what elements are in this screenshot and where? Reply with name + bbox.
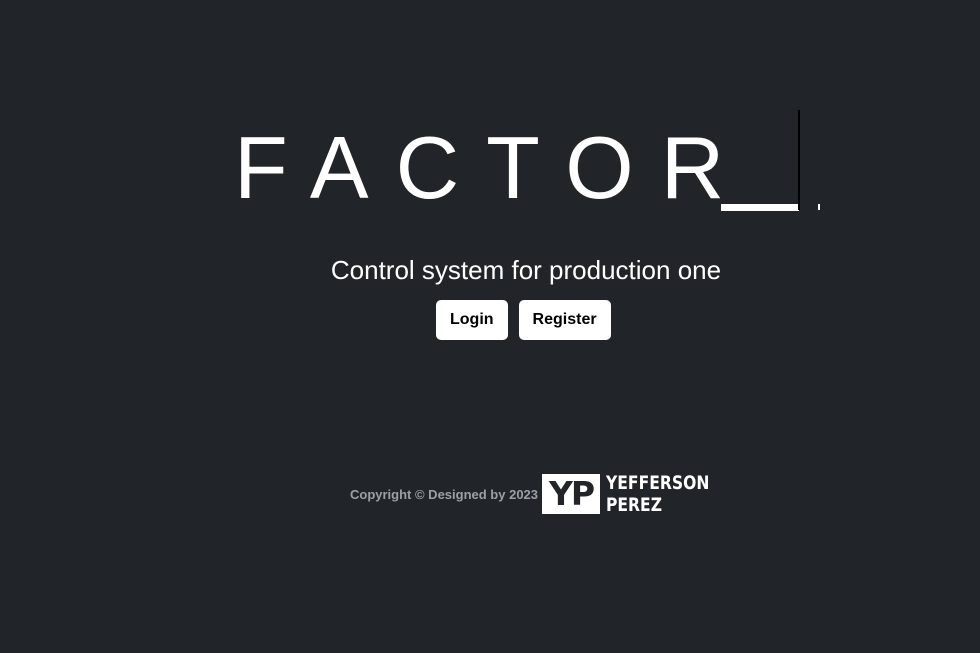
login-button[interactable]: Login bbox=[436, 300, 508, 340]
register-button[interactable]: Register bbox=[518, 300, 611, 340]
auth-actions: Login Register bbox=[436, 300, 611, 340]
typing-underscore bbox=[721, 204, 799, 211]
logo-name: YEFFERSON PEREZ bbox=[606, 472, 709, 516]
typing-cursor bbox=[798, 110, 800, 210]
logo-name-line1: YEFFERSON bbox=[606, 472, 710, 494]
logo-mark: YP bbox=[542, 474, 601, 514]
copyright-text: Copyright © Designed by 2023 bbox=[350, 486, 539, 502]
author-logo[interactable]: YP YEFFERSON PEREZ bbox=[542, 472, 732, 516]
logo-name-line2: PEREZ bbox=[606, 494, 663, 516]
brand-heading: FACTOR bbox=[234, 110, 820, 217]
landing-page: FACTOR Control system for production one… bbox=[0, 0, 980, 653]
tagline: Control system for production one bbox=[330, 255, 722, 285]
footer: Copyright © Designed by 2023 YP YEFFERSO… bbox=[350, 472, 732, 516]
brand-title: FACTOR bbox=[234, 118, 752, 217]
cursor-tick bbox=[818, 204, 820, 210]
